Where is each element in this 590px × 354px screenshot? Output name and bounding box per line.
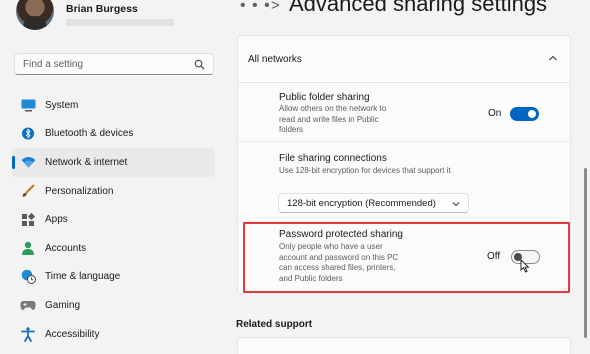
brush-icon [20,183,36,199]
all-networks-section-header[interactable]: All networks [237,35,571,83]
search-placeholder: Find a setting [23,59,84,70]
toggle-knob [528,110,536,118]
sidebar-item-network[interactable]: Network & internet [12,148,215,177]
sidebar-item-label: Accounts [45,242,87,254]
sidebar-item-personalization[interactable]: Personalization [12,177,215,206]
breadcrumb-overflow-button[interactable]: • • • [240,0,271,15]
row-description: folders [279,125,304,134]
scrollbar[interactable] [584,168,587,338]
search-input[interactable]: Find a setting [14,53,214,75]
row-description: Only people who have a user [279,242,383,251]
person-icon [20,240,36,256]
sidebar-item-label: Bluetooth & devices [45,128,134,140]
accessibility-icon [20,326,36,342]
monitor-icon [20,97,36,113]
encryption-dropdown[interactable]: 128-bit encryption (Recommended) [278,193,469,213]
chevron-up-icon [549,55,557,61]
sidebar-item-accounts[interactable]: Accounts [12,234,215,263]
avatar [16,0,54,30]
user-name: Brian Burgess [66,3,138,15]
user-email-redacted [66,19,174,26]
main-content: • • • > Advanced sharing settings All ne… [225,0,590,354]
row-description: Use 128-bit encryption for devices that … [279,166,451,175]
dropdown-selected-value: 128-bit encryption (Recommended) [287,198,436,209]
chevron-down-icon [452,202,460,207]
search-icon [194,59,205,70]
sidebar-item-accessibility[interactable]: Accessibility [12,320,215,349]
sidebar-item-apps[interactable]: Apps [12,205,215,234]
public-folder-sharing-toggle[interactable] [510,107,539,121]
mouse-cursor-icon [520,259,530,273]
apps-icon [20,212,36,228]
sidebar-item-gaming[interactable]: Gaming [12,291,215,320]
user-profile[interactable]: Brian Burgess [16,0,216,36]
row-title: Password protected sharing [279,229,403,240]
sidebar-item-label: System [45,99,79,111]
gamepad-icon [20,297,36,313]
row-description: and Public folders [279,273,343,283]
row-description: read and write files in Public [279,114,379,124]
globe-clock-icon [20,269,36,285]
password-protected-sharing-row: Password protected sharing Only people w… [237,222,571,294]
toggle-state-label: Off [487,251,501,262]
bluetooth-icon [20,126,36,142]
sidebar-nav: System Bluetooth & devices Network & int… [12,91,215,348]
row-description: can access shared files, printers, [279,263,396,272]
section-title: All networks [248,54,302,65]
row-title: Public folder sharing [279,92,370,103]
sidebar: Brian Burgess Find a setting System Blue… [0,0,225,354]
sidebar-item-label: Accessibility [45,328,100,340]
page-title: Advanced sharing settings [289,0,548,16]
row-description: Allow others on the network to [279,104,387,113]
row-description: account and password on this PC [279,252,399,262]
sidebar-item-label: Time & language [45,271,121,283]
toggle-state-label: On [488,108,502,119]
public-folder-sharing-row: Public folder sharing Allow others on th… [237,83,571,142]
sidebar-item-label: Apps [45,214,68,226]
row-title: File sharing connections [279,153,387,164]
sidebar-item-label: Personalization [45,185,114,197]
sidebar-item-system[interactable]: System [12,91,215,120]
breadcrumb-separator: > [271,0,280,14]
sidebar-item-bluetooth[interactable]: Bluetooth & devices [12,120,215,149]
related-support-heading: Related support [236,319,313,330]
wifi-icon [20,154,36,170]
sidebar-item-label: Network & internet [45,156,128,168]
sidebar-item-label: Gaming [45,299,81,311]
sidebar-item-time-language[interactable]: Time & language [12,263,215,292]
related-support-card[interactable] [237,337,571,354]
